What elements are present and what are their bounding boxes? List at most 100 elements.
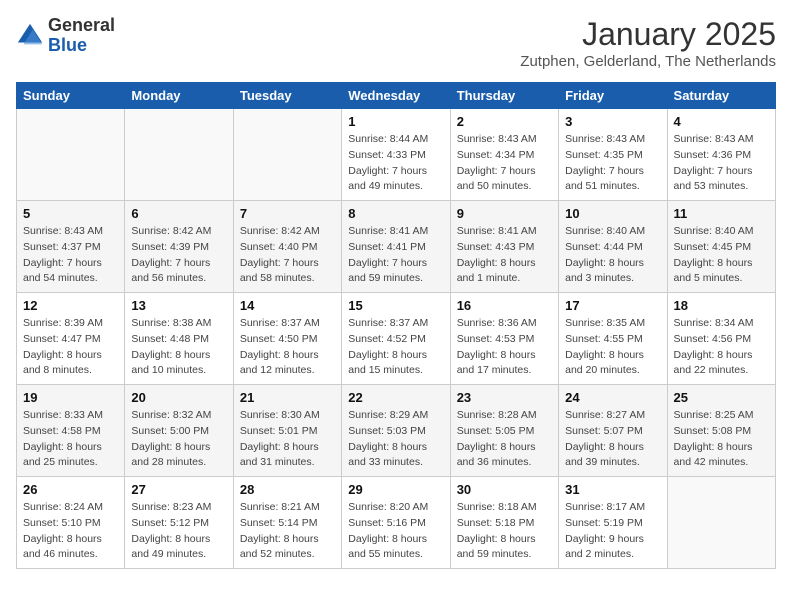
- day-number: 4: [674, 114, 769, 129]
- calendar-cell: 13Sunrise: 8:38 AMSunset: 4:48 PMDayligh…: [125, 293, 233, 385]
- calendar-week-2: 5 Sunrise: 8:43 AMSunset: 4:37 PMDaylight…: [17, 201, 776, 293]
- calendar-cell: 16 Sunrise: 8:36 AMSunset: 4:53 PMDayligh…: [450, 293, 558, 385]
- day-info: Sunrise: 8:20 AMSunset: 5:16 PMDaylight:…: [348, 500, 443, 563]
- logo-general-text: General Blue: [48, 16, 115, 56]
- calendar-cell: 18 Sunrise: 8:34 AMSunset: 4:56 PMDayligh…: [667, 293, 775, 385]
- calendar-cell: 22 Sunrise: 8:29 AMSunset: 5:03 PMDayligh…: [342, 385, 450, 477]
- calendar-cell: 31 Sunrise: 8:17 AMSunset: 5:19 PMDayligh…: [559, 477, 667, 569]
- day-number: 23: [457, 390, 552, 405]
- calendar-cell: 24 Sunrise: 8:27 AMSunset: 5:07 PMDayligh…: [559, 385, 667, 477]
- day-header-thursday: Thursday: [450, 83, 558, 109]
- day-number: 27: [131, 482, 226, 497]
- day-header-monday: Monday: [125, 83, 233, 109]
- calendar-cell: [667, 477, 775, 569]
- day-info: Sunrise: 8:42 AMSunset: 4:40 PMDaylight:…: [240, 224, 335, 287]
- day-number: 15: [348, 298, 443, 313]
- calendar-cell: 30Sunrise: 8:18 AMSunset: 5:18 PMDayligh…: [450, 477, 558, 569]
- day-number: 1: [348, 114, 443, 129]
- day-number: 7: [240, 206, 335, 221]
- calendar-cell: 15 Sunrise: 8:37 AMSunset: 4:52 PMDayligh…: [342, 293, 450, 385]
- day-info: Sunrise: 8:37 AMSunset: 4:52 PMDaylight:…: [348, 316, 443, 379]
- logo: General Blue: [16, 16, 115, 56]
- day-number: 12: [23, 298, 118, 313]
- calendar-cell: 25Sunrise: 8:25 AMSunset: 5:08 PMDayligh…: [667, 385, 775, 477]
- calendar-week-4: 19Sunrise: 8:33 AMSunset: 4:58 PMDayligh…: [17, 385, 776, 477]
- calendar-cell: 11 Sunrise: 8:40 AMSunset: 4:45 PMDayligh…: [667, 201, 775, 293]
- calendar-cell: 14Sunrise: 8:37 AMSunset: 4:50 PMDayligh…: [233, 293, 341, 385]
- page-header: General Blue January 2025 Zutphen, Gelde…: [16, 16, 776, 70]
- calendar-cell: 23 Sunrise: 8:28 AMSunset: 5:05 PMDayligh…: [450, 385, 558, 477]
- header-row: SundayMondayTuesdayWednesdayThursdayFrid…: [17, 83, 776, 109]
- calendar-cell: 1Sunrise: 8:44 AMSunset: 4:33 PMDaylight…: [342, 109, 450, 201]
- day-number: 24: [565, 390, 660, 405]
- calendar-cell: 4 Sunrise: 8:43 AMSunset: 4:36 PMDaylight…: [667, 109, 775, 201]
- day-number: 10: [565, 206, 660, 221]
- day-info: Sunrise: 8:39 AMSunset: 4:47 PMDaylight:…: [23, 316, 118, 379]
- day-info: Sunrise: 8:28 AMSunset: 5:05 PMDaylight:…: [457, 408, 552, 471]
- calendar-cell: 21Sunrise: 8:30 AMSunset: 5:01 PMDayligh…: [233, 385, 341, 477]
- title-area: January 2025 Zutphen, Gelderland, The Ne…: [520, 16, 776, 70]
- day-header-tuesday: Tuesday: [233, 83, 341, 109]
- day-info: Sunrise: 8:25 AMSunset: 5:08 PMDaylight:…: [674, 408, 769, 471]
- day-number: 11: [674, 206, 769, 221]
- calendar-cell: 28Sunrise: 8:21 AMSunset: 5:14 PMDayligh…: [233, 477, 341, 569]
- calendar-cell: 3 Sunrise: 8:43 AMSunset: 4:35 PMDaylight…: [559, 109, 667, 201]
- calendar-title: January 2025: [520, 16, 776, 53]
- day-info: Sunrise: 8:40 AMSunset: 4:45 PMDaylight:…: [674, 224, 769, 287]
- day-info: Sunrise: 8:38 AMSunset: 4:48 PMDaylight:…: [131, 316, 226, 379]
- calendar-cell: [233, 109, 341, 201]
- day-header-saturday: Saturday: [667, 83, 775, 109]
- day-number: 16: [457, 298, 552, 313]
- day-header-friday: Friday: [559, 83, 667, 109]
- day-number: 3: [565, 114, 660, 129]
- day-info: Sunrise: 8:23 AMSunset: 5:12 PMDaylight:…: [131, 500, 226, 563]
- calendar-subtitle: Zutphen, Gelderland, The Netherlands: [520, 53, 776, 70]
- calendar-cell: 2 Sunrise: 8:43 AMSunset: 4:34 PMDaylight…: [450, 109, 558, 201]
- day-number: 22: [348, 390, 443, 405]
- day-number: 6: [131, 206, 226, 221]
- calendar-cell: 7 Sunrise: 8:42 AMSunset: 4:40 PMDaylight…: [233, 201, 341, 293]
- day-info: Sunrise: 8:27 AMSunset: 5:07 PMDaylight:…: [565, 408, 660, 471]
- day-info: Sunrise: 8:17 AMSunset: 5:19 PMDaylight:…: [565, 500, 660, 563]
- calendar-cell: 9 Sunrise: 8:41 AMSunset: 4:43 PMDaylight…: [450, 201, 558, 293]
- day-number: 29: [348, 482, 443, 497]
- calendar-table: SundayMondayTuesdayWednesdayThursdayFrid…: [16, 82, 776, 569]
- day-info: Sunrise: 8:29 AMSunset: 5:03 PMDaylight:…: [348, 408, 443, 471]
- day-info: Sunrise: 8:21 AMSunset: 5:14 PMDaylight:…: [240, 500, 335, 563]
- calendar-cell: 20Sunrise: 8:32 AMSunset: 5:00 PMDayligh…: [125, 385, 233, 477]
- calendar-week-3: 12 Sunrise: 8:39 AMSunset: 4:47 PMDayligh…: [17, 293, 776, 385]
- calendar-cell: 5 Sunrise: 8:43 AMSunset: 4:37 PMDaylight…: [17, 201, 125, 293]
- day-info: Sunrise: 8:34 AMSunset: 4:56 PMDaylight:…: [674, 316, 769, 379]
- day-number: 8: [348, 206, 443, 221]
- day-number: 18: [674, 298, 769, 313]
- day-number: 14: [240, 298, 335, 313]
- day-number: 2: [457, 114, 552, 129]
- logo-icon: [16, 22, 44, 50]
- day-info: Sunrise: 8:43 AMSunset: 4:37 PMDaylight:…: [23, 224, 118, 287]
- day-number: 30: [457, 482, 552, 497]
- calendar-cell: 27 Sunrise: 8:23 AMSunset: 5:12 PMDayligh…: [125, 477, 233, 569]
- day-info: Sunrise: 8:43 AMSunset: 4:35 PMDaylight:…: [565, 132, 660, 195]
- calendar-cell: 8 Sunrise: 8:41 AMSunset: 4:41 PMDaylight…: [342, 201, 450, 293]
- day-info: Sunrise: 8:43 AMSunset: 4:34 PMDaylight:…: [457, 132, 552, 195]
- day-info: Sunrise: 8:43 AMSunset: 4:36 PMDaylight:…: [674, 132, 769, 195]
- day-info: Sunrise: 8:42 AMSunset: 4:39 PMDaylight:…: [131, 224, 226, 287]
- calendar-week-1: 1Sunrise: 8:44 AMSunset: 4:33 PMDaylight…: [17, 109, 776, 201]
- day-number: 21: [240, 390, 335, 405]
- day-info: Sunrise: 8:24 AMSunset: 5:10 PMDaylight:…: [23, 500, 118, 563]
- day-number: 19: [23, 390, 118, 405]
- day-number: 31: [565, 482, 660, 497]
- day-info: Sunrise: 8:32 AMSunset: 5:00 PMDaylight:…: [131, 408, 226, 471]
- calendar-cell: 26 Sunrise: 8:24 AMSunset: 5:10 PMDayligh…: [17, 477, 125, 569]
- day-info: Sunrise: 8:36 AMSunset: 4:53 PMDaylight:…: [457, 316, 552, 379]
- day-number: 9: [457, 206, 552, 221]
- day-number: 26: [23, 482, 118, 497]
- calendar-cell: [17, 109, 125, 201]
- calendar-cell: 17 Sunrise: 8:35 AMSunset: 4:55 PMDayligh…: [559, 293, 667, 385]
- day-info: Sunrise: 8:35 AMSunset: 4:55 PMDaylight:…: [565, 316, 660, 379]
- day-number: 17: [565, 298, 660, 313]
- day-info: Sunrise: 8:41 AMSunset: 4:41 PMDaylight:…: [348, 224, 443, 287]
- calendar-cell: 10Sunrise: 8:40 AMSunset: 4:44 PMDayligh…: [559, 201, 667, 293]
- day-info: Sunrise: 8:41 AMSunset: 4:43 PMDaylight:…: [457, 224, 552, 287]
- day-number: 5: [23, 206, 118, 221]
